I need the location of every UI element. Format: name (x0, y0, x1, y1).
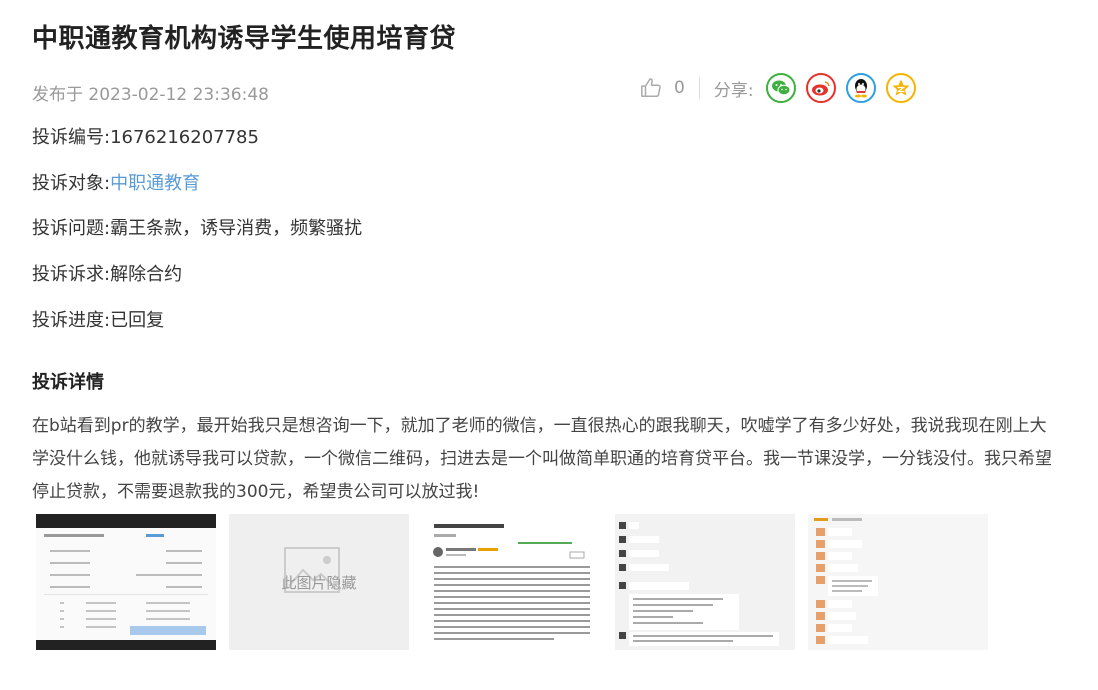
complaint-demand-label: 投诉诉求: (32, 264, 111, 285)
attachment-thumbnail-3[interactable] (422, 514, 602, 650)
like-count: 0 (674, 78, 685, 98)
thumbs-up-icon[interactable] (640, 77, 662, 99)
share-label: 分享: (713, 80, 754, 101)
complaint-issue-value: 霸王条款，诱导消费，频繁骚扰 (110, 218, 363, 239)
weibo-icon (811, 81, 830, 96)
share-wechat-button[interactable] (765, 73, 796, 103)
wechat-icon (771, 80, 791, 96)
qq-icon (854, 79, 867, 98)
attachment-thumbnail-hidden[interactable]: 此图片隐藏 (229, 514, 409, 650)
complaint-target-row: 投诉对象:中职通教育 (32, 169, 200, 195)
attachment-gallery: 此图片隐藏 (36, 514, 988, 650)
complaint-id-row: 投诉编号:1676216207785 (32, 123, 259, 149)
chat-screenshot-image (615, 514, 795, 650)
complaint-demand-row: 投诉诉求:解除合约 (32, 260, 182, 286)
complaint-demand-value: 解除合约 (110, 264, 183, 285)
complaint-issue-label: 投诉问题: (32, 218, 111, 239)
attachment-thumbnail-5[interactable] (808, 514, 988, 650)
complaint-progress-label: 投诉进度: (32, 310, 111, 331)
complaint-id-value: 1676216207785 (110, 127, 259, 148)
chat-list-screenshot-image (808, 514, 988, 650)
loan-table-screenshot-image (36, 514, 216, 650)
qzone-icon (892, 79, 910, 96)
detail-section-title: 投诉详情 (32, 372, 104, 393)
complaint-issue-row: 投诉问题:霸王条款，诱导消费，频繁骚扰 (32, 214, 362, 240)
attachment-thumbnail-1[interactable] (36, 514, 216, 650)
article-screenshot-image (433, 524, 590, 640)
complaint-progress-value: 已回复 (110, 310, 165, 331)
complaint-id-label: 投诉编号: (32, 127, 111, 148)
publish-date: 发布于 2023-02-12 23:36:48 (32, 85, 269, 105)
action-bar: 0 分享: (640, 70, 926, 106)
attachment-thumbnail-4[interactable] (615, 514, 795, 650)
complaint-detail-text: 在b站看到pr的教学，最开始我只是想咨询一下，就加了老师的微信，一直很热心的跟我… (32, 416, 1052, 502)
complaint-target-label: 投诉对象: (32, 173, 111, 194)
share-qzone-button[interactable] (885, 73, 916, 103)
share-weibo-button[interactable] (805, 73, 836, 103)
complaint-target-link[interactable]: 中职通教育 (110, 173, 200, 194)
divider (698, 77, 700, 99)
page-title: 中职通教育机构诱导学生使用培育贷 (32, 24, 457, 54)
hidden-image-label: 此图片隐藏 (281, 574, 357, 592)
share-qq-button[interactable] (845, 73, 876, 103)
complaint-progress-row: 投诉进度:已回复 (32, 306, 164, 332)
